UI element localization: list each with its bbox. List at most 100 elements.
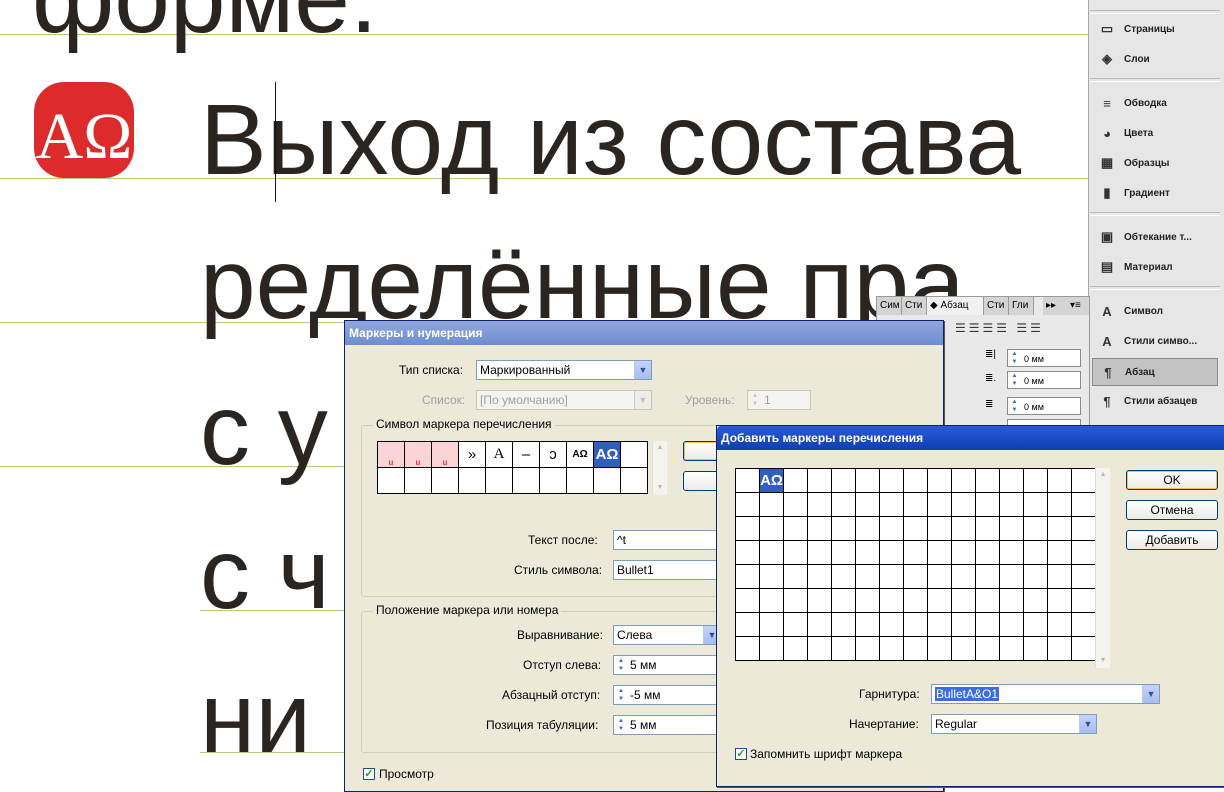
stepper-icon[interactable]: ▲ ▼	[616, 687, 626, 703]
tab-position-field[interactable]: ▲ ▼ 5 мм	[613, 715, 723, 735]
glyph-picker-grid[interactable]: АΩ	[735, 468, 1096, 661]
space-before-field[interactable]: ▲ ▼ 0 мм	[1007, 397, 1081, 415]
glyph-cell[interactable]	[951, 612, 976, 637]
stepper-icon[interactable]: ▲ ▼	[616, 717, 626, 733]
glyph-cell[interactable]	[903, 564, 928, 589]
glyph-cell[interactable]	[927, 540, 952, 565]
glyph-cell[interactable]	[927, 468, 952, 493]
glyph-cell[interactable]: –	[512, 441, 540, 468]
glyph-cell[interactable]	[855, 468, 880, 493]
dock-item-swatches[interactable]: ▦ Образцы	[1092, 150, 1216, 176]
glyph-cell[interactable]	[404, 467, 432, 494]
glyph-cell[interactable]	[855, 516, 880, 541]
document-text-line[interactable]: форме.	[32, 0, 378, 48]
dock-item-character[interactable]: A Символ	[1092, 298, 1216, 324]
panel-expand-button[interactable]: ▸▸	[1043, 297, 1070, 315]
glyph-cell[interactable]	[1047, 564, 1072, 589]
preview-checkbox[interactable]: ✓	[363, 768, 375, 780]
glyph-cell[interactable]	[879, 612, 904, 637]
left-indent-field[interactable]: ▲ ▼ 5 мм	[613, 655, 723, 675]
glyph-cell[interactable]	[593, 467, 621, 494]
document-text-line[interactable]: ни	[200, 668, 311, 768]
glyph-cell[interactable]	[831, 516, 856, 541]
font-family-select[interactable]: BulletA&O1 ▼	[931, 684, 1160, 704]
glyph-cell[interactable]	[807, 564, 832, 589]
glyph-cell[interactable]	[951, 564, 976, 589]
glyph-cell[interactable]	[903, 588, 928, 613]
glyph-cell[interactable]	[783, 636, 808, 661]
scroll-down-icon[interactable]: ▼	[1096, 654, 1110, 668]
glyph-cell[interactable]	[831, 636, 856, 661]
first-indent-field[interactable]: ▲ ▼ -5 мм	[613, 685, 723, 705]
glyph-cell[interactable]	[855, 636, 880, 661]
glyph-cell-selected[interactable]: АΩ	[593, 441, 621, 468]
font-style-select[interactable]: Regular ▼	[931, 714, 1097, 734]
glyph-cell[interactable]	[1047, 468, 1072, 493]
glyph-cell[interactable]	[927, 564, 952, 589]
char-style-select[interactable]: Bullet1	[613, 560, 723, 580]
glyph-cell[interactable]	[903, 540, 928, 565]
glyph-cell[interactable]	[855, 564, 880, 589]
dock-item-gradient[interactable]: ▮ Градиент	[1092, 180, 1216, 206]
glyph-cell[interactable]	[807, 540, 832, 565]
tab-styles-2[interactable]: Сти	[984, 297, 1009, 315]
glyph-cell[interactable]: u	[431, 441, 459, 468]
bullet-glyph-grid[interactable]: u u u » A – ɔ АΩ АΩ	[377, 441, 648, 494]
dock-item-pages[interactable]: ▭ Страницы	[1092, 16, 1216, 42]
glyph-cell[interactable]	[807, 492, 832, 517]
glyph-cell[interactable]	[855, 588, 880, 613]
panel-menu-button[interactable]: ▾≡	[1067, 297, 1090, 315]
glyph-cell[interactable]	[1071, 540, 1096, 565]
remember-font-checkbox[interactable]: ✓	[735, 748, 747, 760]
glyph-cell[interactable]	[999, 492, 1024, 517]
glyph-cell[interactable]	[999, 468, 1024, 493]
glyph-cell[interactable]	[735, 612, 760, 637]
stepper-icon[interactable]: ▲ ▼	[616, 657, 626, 673]
document-text-line[interactable]: Выход из состава	[200, 90, 1021, 190]
dock-item-stroke[interactable]: ≡ Обводка	[1092, 90, 1216, 116]
glyph-cell[interactable]	[879, 540, 904, 565]
glyph-cell[interactable]	[735, 468, 760, 493]
glyph-cell[interactable]	[1071, 588, 1096, 613]
glyph-cell[interactable]	[783, 540, 808, 565]
glyph-cell[interactable]	[999, 540, 1024, 565]
glyph-cell[interactable]	[807, 468, 832, 493]
glyph-cell[interactable]	[1023, 588, 1048, 613]
dock-item-text-wrap[interactable]: ▣ Обтекание т...	[1092, 224, 1216, 250]
glyph-cell[interactable]	[855, 612, 880, 637]
document-text-line[interactable]: с у	[200, 380, 328, 480]
glyph-cell[interactable]	[831, 612, 856, 637]
glyph-cell[interactable]	[927, 588, 952, 613]
glyph-cell[interactable]	[951, 516, 976, 541]
glyph-cell[interactable]	[831, 540, 856, 565]
glyph-cell[interactable]	[975, 516, 1000, 541]
glyph-cell[interactable]	[783, 612, 808, 637]
glyph-cell[interactable]	[1047, 492, 1072, 517]
glyph-cell[interactable]	[951, 588, 976, 613]
glyph-cell[interactable]	[735, 564, 760, 589]
glyph-cell[interactable]	[1047, 540, 1072, 565]
document-text-line[interactable]: ределённые пра	[200, 234, 965, 334]
glyph-grid-scrollbar[interactable]: ▲ ▼	[652, 441, 667, 495]
glyph-cell[interactable]	[1023, 612, 1048, 637]
glyph-cell[interactable]	[999, 636, 1024, 661]
glyph-cell[interactable]	[879, 516, 904, 541]
glyph-cell[interactable]	[377, 467, 405, 494]
glyph-cell[interactable]	[903, 492, 928, 517]
glyph-cell[interactable]	[807, 588, 832, 613]
glyph-cell[interactable]	[1023, 636, 1048, 661]
glyph-cell[interactable]	[999, 612, 1024, 637]
glyph-cell[interactable]	[975, 468, 1000, 493]
glyph-cell[interactable]	[1071, 636, 1096, 661]
glyph-cell[interactable]	[759, 564, 784, 589]
glyph-cell[interactable]	[1071, 564, 1096, 589]
glyph-cell[interactable]	[759, 492, 784, 517]
glyph-picker-scrollbar[interactable]: ▲ ▼	[1095, 468, 1110, 668]
glyph-cell[interactable]	[735, 636, 760, 661]
left-indent-field[interactable]: ▲ ▼ 0 мм	[1007, 349, 1081, 367]
glyph-cell[interactable]	[951, 468, 976, 493]
tab-glyphs[interactable]: Гли	[1009, 297, 1034, 315]
glyph-cell[interactable]	[879, 588, 904, 613]
glyph-cell[interactable]	[1071, 492, 1096, 517]
add-button[interactable]: Добавить	[1126, 530, 1218, 550]
